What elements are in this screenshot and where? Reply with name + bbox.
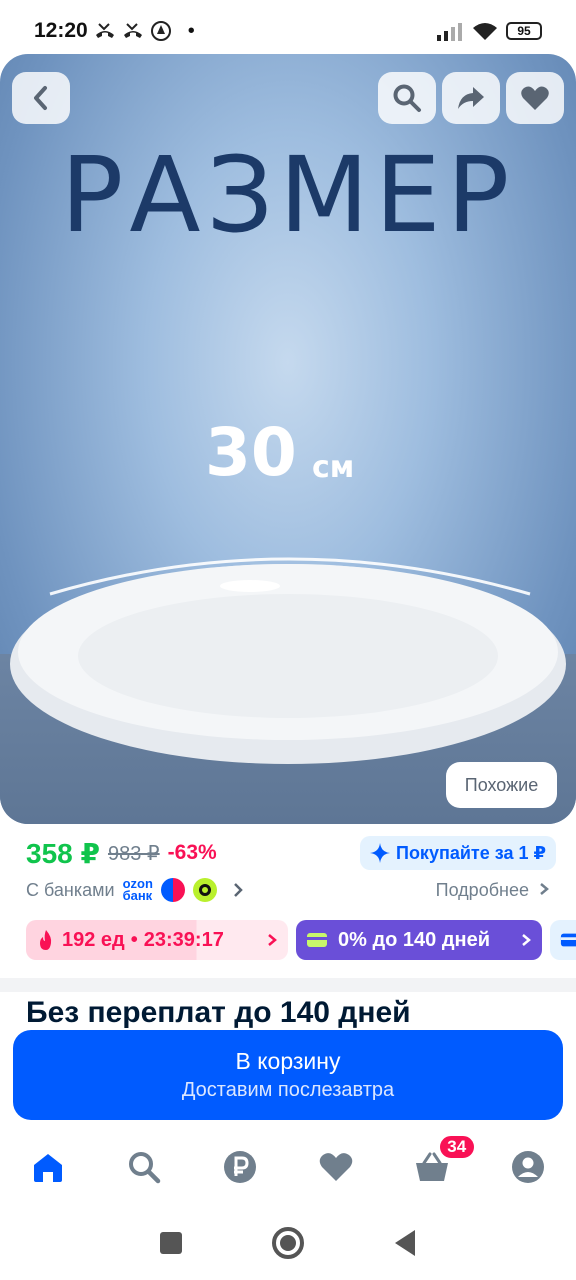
profile-icon <box>512 1151 544 1183</box>
card-icon <box>307 933 327 947</box>
status-dot: • <box>187 19 195 42</box>
bank-logo-icon <box>160 878 185 902</box>
sale-timer-chip[interactable]: 192 ед • 23:39:17 <box>26 920 288 960</box>
plate-illustration <box>10 557 566 764</box>
chevron-right-icon <box>540 882 549 895</box>
ozon-bank-logo: ozon банк <box>122 877 153 903</box>
more-details-label: Подробнее <box>435 879 529 900</box>
status-time: 12:20 <box>34 19 88 42</box>
wifi-icon <box>473 23 497 40</box>
bank-logo-icon <box>192 878 217 902</box>
buy-for-one-ruble-label: Покупайте за 1 ₽ <box>396 842 546 863</box>
similar-button[interactable]: Похожие <box>446 762 557 808</box>
sparkle-icon <box>370 843 390 863</box>
tab-search[interactable] <box>96 1128 192 1206</box>
timer-countdown: 23:39:17 <box>143 928 224 951</box>
missed-call-icon <box>123 23 142 38</box>
share-button[interactable] <box>442 72 500 124</box>
signal-icon <box>437 23 462 41</box>
tab-cart[interactable]: 34 <box>384 1128 480 1206</box>
tab-home[interactable] <box>0 1128 96 1206</box>
product-image[interactable]: РАЗМЕР 30 см Похожие <box>0 54 576 824</box>
extra-chip[interactable] <box>550 920 576 960</box>
back-icon <box>34 86 47 110</box>
back-button[interactable] <box>12 72 70 124</box>
status-bar: 12:20 • 95 <box>0 0 576 62</box>
buy-for-one-ruble-button[interactable]: Покупайте за 1 ₽ <box>360 836 556 870</box>
fire-icon <box>40 930 52 950</box>
installment-label: 0% до 140 дней <box>338 928 491 951</box>
ruble-icon <box>224 1151 256 1183</box>
back-triangle-icon[interactable] <box>393 1229 417 1257</box>
section-separator <box>0 978 576 992</box>
app-notification-icon <box>150 21 171 41</box>
cart-count-badge: 34 <box>437 1134 476 1160</box>
recents-icon[interactable] <box>159 1231 183 1255</box>
ozon-bank-logo-line2: банк <box>122 888 153 903</box>
home-icon <box>34 1154 62 1182</box>
search-button[interactable] <box>378 72 436 124</box>
add-to-cart-button[interactable]: В корзину Доставим послезавтра <box>13 1030 563 1120</box>
heart-icon <box>521 86 549 110</box>
installment-section-title: Без переплат до 140 дней <box>26 996 411 1029</box>
timer-quantity: 192 ед <box>62 928 125 951</box>
current-price: 358 ₽ <box>26 837 100 869</box>
chevron-right-icon <box>268 934 277 946</box>
bottom-tab-bar: 34 <box>0 1128 576 1206</box>
installment-chip[interactable]: 0% до 140 дней <box>296 920 542 960</box>
tab-favorites[interactable] <box>288 1128 384 1206</box>
tab-profile[interactable] <box>480 1128 576 1206</box>
card-icon <box>560 933 576 947</box>
tab-finance[interactable] <box>192 1128 288 1206</box>
battery-indicator: 95 <box>506 22 542 40</box>
image-title: РАЗМЕР <box>60 134 516 256</box>
discount-badge: -63% <box>167 841 217 864</box>
search-icon <box>129 1152 161 1184</box>
delivery-note: Доставим послезавтра <box>181 1079 395 1101</box>
bank-row[interactable]: С банками ozon банк Подробнее <box>26 877 550 903</box>
add-to-cart-label: В корзину <box>235 1048 341 1074</box>
timer-separator: • <box>130 928 138 951</box>
favorite-button[interactable] <box>506 72 564 124</box>
missed-call-icon <box>95 23 114 38</box>
price-row: 358 ₽ 983 ₽ -63% Покупайте за 1 ₽ <box>26 836 556 870</box>
share-icon <box>458 87 484 109</box>
more-details-link[interactable]: Подробнее <box>436 880 550 901</box>
chevron-right-icon <box>522 934 531 946</box>
old-price: 983 ₽ <box>107 842 160 865</box>
home-circle-icon[interactable] <box>271 1226 305 1260</box>
chevron-right-icon <box>234 883 243 897</box>
search-icon <box>393 84 421 112</box>
heart-icon <box>319 1153 353 1181</box>
system-navigation-bar <box>0 1206 576 1280</box>
bank-label: С банками <box>26 879 115 900</box>
